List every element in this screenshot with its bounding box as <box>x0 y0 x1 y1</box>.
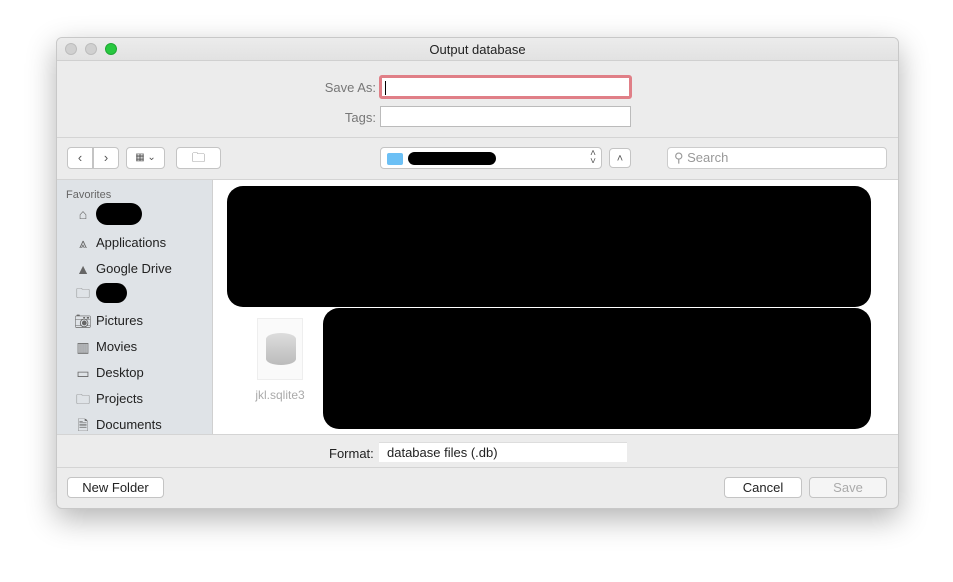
up-down-chevron-icon: ˄ ˅ <box>590 148 596 167</box>
redacted-region <box>323 308 871 429</box>
tags-input[interactable] <box>380 106 631 127</box>
sidebar-item-applications[interactable]: ⩓ Applications <box>74 233 166 253</box>
sidebar-item-folder[interactable]: 🗀 <box>74 283 127 303</box>
redacted-label <box>96 283 127 303</box>
folder-icon: 🗀 <box>76 391 90 407</box>
applications-icon: ⩓ <box>79 235 87 251</box>
chevron-right-icon: › <box>103 150 109 165</box>
folder-icon: 🗀 <box>76 285 90 301</box>
redacted-region <box>227 186 871 307</box>
home-icon: ⌂ <box>78 206 88 222</box>
search-input[interactable]: ⚲ Search <box>667 147 887 169</box>
text-cursor <box>385 81 386 95</box>
close-button[interactable] <box>65 43 77 55</box>
sidebar-item-google-drive[interactable]: ▲ Google Drive <box>74 259 172 279</box>
tags-label: Tags: <box>344 110 376 125</box>
redacted-location <box>408 152 496 165</box>
grid-view-icon: ▦ ⌄ <box>135 152 156 163</box>
desktop-icon: ▭ <box>76 365 90 381</box>
sidebar-item-label: Desktop <box>96 365 144 380</box>
sidebar-item-home[interactable]: ⌂ <box>74 203 142 225</box>
save-dialog: Output database Save As: Tags: ‹ › ▦ ⌄ 🗀… <box>56 37 899 509</box>
sidebar-section-favorites: Favorites <box>66 189 112 201</box>
sidebar-item-movies[interactable]: ▥ Movies <box>74 337 137 357</box>
sidebar-item-projects[interactable]: 🗀 Projects <box>74 389 143 409</box>
sidebar-item-documents[interactable]: 🗎 Documents <box>74 415 162 435</box>
save-as-input[interactable] <box>379 75 632 99</box>
location-popup[interactable]: ˄ ˅ <box>380 147 602 169</box>
new-folder-button[interactable]: New Folder <box>67 477 164 498</box>
sidebar-item-desktop[interactable]: ▭ Desktop <box>74 363 144 383</box>
sidebar-item-label: Google Drive <box>96 261 172 276</box>
back-button[interactable]: ‹ <box>67 147 93 169</box>
forward-button[interactable]: › <box>93 147 119 169</box>
database-file-icon <box>257 318 303 380</box>
file-browser: jkl.sqlite3 <box>213 180 898 434</box>
zoom-button[interactable] <box>105 43 117 55</box>
format-value: database files (.db) <box>387 445 498 460</box>
google-drive-icon: ▲ <box>76 261 90 277</box>
folder-icon <box>387 153 403 165</box>
sidebar-item-label: Documents <box>96 417 162 432</box>
new-folder-icon: 🗀 <box>191 150 205 165</box>
title-bar: Output database <box>57 38 898 61</box>
sidebar-item-label: Projects <box>96 391 143 406</box>
sidebar-item-label: Movies <box>96 339 138 354</box>
format-label: Format: <box>329 446 374 461</box>
sidebar-item-label: Applications <box>96 235 167 250</box>
search-placeholder: Search <box>687 150 729 165</box>
save-button[interactable]: Save <box>809 477 887 498</box>
window-title: Output database <box>429 42 526 57</box>
new-folder-toolbar-button[interactable]: 🗀 <box>176 147 221 169</box>
format-select[interactable]: database files (.db) <box>379 442 627 462</box>
sidebar-item-pictures[interactable]: 📷︎ Pictures <box>74 311 143 331</box>
documents-icon: 🗎 <box>77 417 89 433</box>
view-options-button[interactable]: ▦ ⌄ <box>126 147 165 169</box>
camera-icon: 📷︎ <box>74 313 92 329</box>
file-item[interactable]: jkl.sqlite3 <box>237 318 323 402</box>
save-as-label: Save As: <box>324 80 376 95</box>
film-icon: ▥ <box>76 339 90 355</box>
sidebar: Favorites ⌂ ⩓ Applications ▲ Google Drive … <box>57 180 213 434</box>
cancel-button[interactable]: Cancel <box>724 477 802 498</box>
file-name: jkl.sqlite3 <box>255 388 305 402</box>
sidebar-item-label: Pictures <box>96 313 143 328</box>
collapse-button[interactable]: ˄ <box>609 148 631 168</box>
chevron-left-icon: ‹ <box>77 150 83 165</box>
chevron-up-icon: ˄ <box>616 153 624 165</box>
search-icon: ⚲ <box>674 150 688 165</box>
redacted-label <box>96 203 142 225</box>
minimize-button[interactable] <box>85 43 97 55</box>
